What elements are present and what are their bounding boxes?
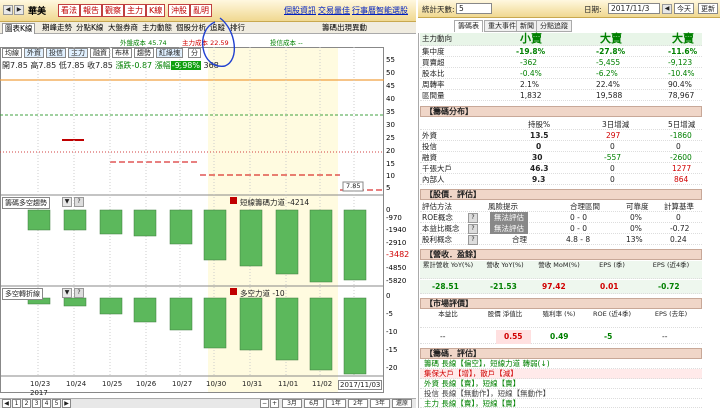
section-price-eval: 【股價．評估】: [420, 189, 702, 200]
right-toolbar: 統計天數: 5 日期: 2017/11/3 ◀ 今天 更新: [418, 0, 720, 18]
bottom-bar: ◀ 1 2 3 4 5 ▶ − + 3月 6月 1年 2年 3年 還原: [0, 398, 416, 408]
note-row: 集保大戶【增】，散戶【減】: [420, 369, 702, 379]
tab-events[interactable]: 重大事件: [484, 20, 520, 32]
bull-bear-legend: 多空力道 -10: [240, 289, 285, 298]
tab-branch-track[interactable]: 分點追蹤: [536, 20, 572, 32]
section-chip-distribution: 【籌碼分布】: [420, 106, 702, 117]
dist-row: 融資 30 -557 -2600: [420, 152, 702, 163]
tab-chip-table[interactable]: 籌碼表: [454, 20, 483, 32]
bull-bear-bars: [27, 297, 367, 375]
dist-row: 外資 13.5 297 -1860: [420, 130, 702, 141]
zoom-in-icon[interactable]: +: [270, 399, 279, 408]
rev-row: -28.51 -21.53 97.42 0.01 -0.72: [420, 280, 702, 294]
legend-swatch-red: [230, 288, 237, 295]
note-row: 主力 長線【賣】，短線【賣】: [420, 399, 702, 408]
panel3-header: 多空轉折線 ▼ ? 多空力道 -10: [2, 288, 382, 300]
help-icon[interactable]: ?: [468, 213, 478, 223]
price-candle: [62, 139, 84, 141]
date-label: 日期:: [584, 5, 602, 14]
chip-trend-bars: [27, 209, 367, 283]
mkt-row: -- 0.55 0.49 -5 --: [420, 330, 702, 344]
stats-row: 周轉率 2.1% 22.4% 90.4%: [420, 79, 702, 90]
stats-row: 買賣超 -362 -5,455 -9,123: [420, 57, 702, 68]
refresh-button[interactable]: 更新: [698, 3, 718, 14]
chip-trend-select[interactable]: 籌碼多空趨勢: [2, 197, 50, 209]
panel2-header: 籌碼多空趨勢 ▼ ? 短線籌碼力道 -4214: [2, 197, 382, 209]
help-icon[interactable]: ?: [468, 224, 478, 234]
stats-header-row: 主力動向 小賣 大賣 大賣: [420, 33, 702, 46]
chevron-down-icon[interactable]: ▼: [62, 197, 72, 207]
help-icon[interactable]: ?: [74, 197, 84, 207]
note-row: 投信 長線【無動作】，短線【無動作】: [420, 389, 702, 399]
stats-row: 集中度 -19.8% -27.8% -11.6%: [420, 46, 702, 57]
eval-row: 股利概念? 合理 4.8 - 8 13% 0.24: [420, 234, 702, 245]
rev-header-row: 累計營收 YoY(%) 營收 YoY(%) 營收 MoM(%) EPS (季) …: [420, 261, 702, 279]
eval-header-row: 評估方法 風險提示 合理區間 可靠度 計算基準: [420, 201, 702, 212]
section-revenue: 【營收．盈餘】: [420, 249, 702, 260]
current-date-label: 2017/11/03: [338, 380, 383, 390]
note-row: 籌碼 長線【偏空】，短線力道 轉弱(↓): [420, 359, 702, 369]
dist-row: 千張大戶 46.3 0 1277: [420, 163, 702, 174]
section-market: 【市場評價】: [420, 298, 702, 309]
mkt-header-row: 本益比 股價 淨值比 殖利率 (%) ROE (近4季) EPS (去年): [420, 310, 702, 328]
annotation-circle-1: [201, 17, 236, 67]
chevron-down-icon[interactable]: ▼: [62, 288, 72, 298]
eval-row: ROE概念? 無法評估 0 - 0 0% 0: [420, 212, 702, 223]
legend-swatch-red: [230, 197, 237, 204]
days-label: 統計天數:: [422, 5, 455, 14]
short-chip-legend: 短線籌碼力道 -4214: [240, 198, 310, 207]
date-prev-icon[interactable]: ◀: [662, 4, 672, 14]
dist-header-row: 持股% 3日增減 5日增減: [420, 119, 702, 130]
eval-row: 本益比概念? 無法評估 0 - 0 0% -0.72: [420, 223, 702, 234]
date-input[interactable]: 2017/11/3: [608, 3, 660, 14]
turn-line-select[interactable]: 多空轉折線: [2, 288, 43, 300]
dist-row: 投信 0 0 0: [420, 141, 702, 152]
days-select[interactable]: 5: [456, 3, 492, 14]
zoom-out-icon[interactable]: −: [260, 399, 269, 408]
prev-page-icon[interactable]: ◀: [2, 399, 11, 408]
price-tag-label: 7.85: [346, 182, 361, 190]
stats-row: 股本比 -0.4% -6.2% -10.4%: [420, 68, 702, 79]
help-icon[interactable]: ?: [468, 235, 478, 245]
tab-news[interactable]: 新聞: [516, 20, 538, 32]
today-button[interactable]: 今天: [674, 3, 694, 14]
section-chip-eval: 【籌碼．評估】: [420, 348, 702, 359]
next-page-icon[interactable]: ▶: [62, 399, 71, 408]
note-row: 外資 長線【賣】，短線【賣】: [420, 379, 702, 389]
stats-row: 區間量 1,832 19,588 78,967: [420, 90, 702, 101]
dist-row: 內部人 9.3 0 864: [420, 174, 702, 185]
help-icon[interactable]: ?: [74, 288, 84, 298]
